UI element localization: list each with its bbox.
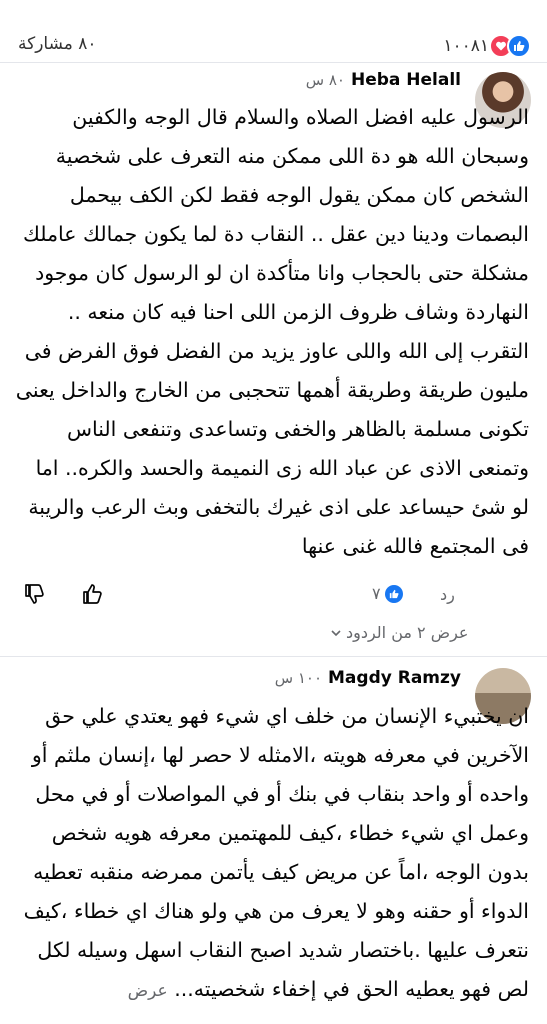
- comment-text: ان يختبيء الإنسان من خلف اي شيء فهو يعتد…: [14, 697, 529, 1011]
- comment-time: ٨٠ س: [305, 71, 345, 89]
- comment-header: ١٠٠ س Magdy Ramzy: [275, 668, 461, 688]
- comment-text-content: ان يختبيء الإنسان من خلف اي شيء فهو يعتد…: [23, 704, 529, 1001]
- comment-time: ١٠٠ س: [274, 669, 323, 687]
- thumbs-up-icon[interactable]: [80, 582, 104, 606]
- view-replies-label: عرض ٢ من الردود: [346, 623, 469, 642]
- commenter-name[interactable]: Heba Helall: [351, 70, 461, 90]
- reaction-icons: [489, 34, 531, 58]
- divider: [0, 656, 547, 657]
- like-reaction-icon: [384, 584, 403, 603]
- commenter-name[interactable]: Magdy Ramzy: [328, 668, 461, 688]
- like-reaction-icon: [507, 34, 531, 58]
- comment-like-count[interactable]: ٧: [372, 584, 403, 603]
- see-more-link[interactable]: عرض: [128, 981, 168, 1001]
- chevron-down-icon: [331, 629, 341, 636]
- view-replies-link[interactable]: عرض ٢ من الردود: [330, 623, 468, 642]
- post-stats-bar: ٨٠ مشاركة ١٠٠٨١: [0, 0, 547, 63]
- comment-header: ٨٠ س Heba Helall: [306, 70, 461, 90]
- reply-button[interactable]: رد: [440, 585, 455, 604]
- comment-actions: ٧ رد: [0, 580, 547, 610]
- shares-count[interactable]: ٨٠ مشاركة: [18, 34, 97, 54]
- like-count-value: ٧: [372, 584, 381, 603]
- reactions-count: ١٠٠٨١: [443, 36, 489, 56]
- thumbs-down-icon[interactable]: [22, 582, 46, 606]
- comment-text: الرسول عليه افضل الصلاه والسلام قال الوج…: [15, 105, 529, 558]
- reactions-summary[interactable]: ١٠٠٨١: [443, 34, 531, 58]
